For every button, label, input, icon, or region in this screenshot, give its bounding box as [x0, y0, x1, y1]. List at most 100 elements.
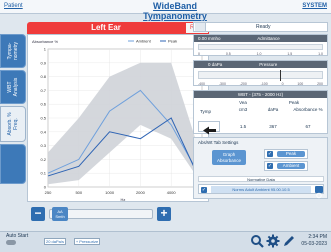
clock-date: 05-03-2023	[301, 241, 327, 247]
clock: 2:34 PM 05-03-2023	[295, 234, 327, 248]
tab-empty[interactable]	[0, 144, 26, 184]
admittance-value: 0.00 mmho	[198, 36, 221, 41]
gear-icon[interactable]	[315, 186, 323, 199]
system-link[interactable]: SYSTEM	[302, 3, 327, 9]
rate-button[interactable]: 20 daPa/s	[44, 238, 66, 245]
x-tick-label-3: 2000	[136, 190, 146, 195]
y-tick-label-8: 0.2	[40, 157, 46, 162]
admittance-tick-2: 1.0	[256, 52, 262, 56]
wbt-sub-absorbance: Absorbance %	[293, 107, 323, 112]
y-tick-label-2: 0.8	[40, 74, 46, 79]
tab-absorbance-label: Absorb. % Freq.	[7, 112, 19, 136]
chart-legend: Ambient Peak	[128, 39, 177, 44]
pressurize-button[interactable]: + Pressurize	[74, 238, 100, 245]
wbt-value-dapa: 367	[269, 124, 277, 129]
y-tick-label-0: 1	[44, 47, 47, 52]
zoom-in-button[interactable]: +	[157, 207, 171, 221]
x-tick-label-2: 1000	[105, 190, 115, 195]
pressure-tick-4: 0	[281, 82, 284, 86]
tab-wbt-analysis-label: WBT Analysis	[7, 77, 19, 97]
y-tick-label-5: 0.5	[40, 116, 46, 121]
pressure-panel: 0 daPa Pressure -400 -300 -200 -100 0 100 200	[193, 60, 328, 86]
wbt-row-label: Tymp	[200, 109, 212, 114]
pressure-tick-0: -400	[198, 82, 206, 86]
y-tick-label-6: 0.4	[40, 129, 46, 134]
graph-absorbance-button[interactable]: Graph Absorbance	[212, 150, 246, 165]
pressure-ticks: -400 -300 -200 -100 0 100 200	[194, 82, 327, 86]
x-tick-label-4: 4000	[167, 190, 177, 195]
gear-icon[interactable]	[266, 234, 280, 248]
pressure-marker	[280, 70, 282, 81]
admittance-tick-0: 0	[198, 52, 200, 56]
wbt-back-button[interactable]	[198, 121, 220, 135]
y-tick-label-7: 0.3	[40, 143, 46, 148]
legend-label-1: Peak	[168, 39, 177, 44]
y-tick-label-3: 0.7	[40, 88, 46, 93]
wbt-col-peak: Peak	[288, 100, 300, 105]
check-icon[interactable]: ✓	[201, 187, 207, 193]
status-toggle[interactable]	[195, 23, 206, 31]
wbt-panel: WBT - (375 - 2000 Hz) Tymp Vea Peak cm3 …	[193, 90, 328, 135]
pencil-icon[interactable]	[282, 234, 296, 248]
pressure-tick-3: -100	[260, 82, 268, 86]
y-tick-label-9: 0.1	[40, 171, 46, 176]
normative-select[interactable]: ✓ Norms Adult Ambient 95.00.10.5	[198, 184, 324, 199]
tab-wbt-analysis[interactable]: WBT Analysis	[0, 70, 26, 104]
tab-absorbance[interactable]: Absorb. % Freq.	[0, 106, 26, 142]
admittance-header: 0.00 mmho Admittance	[194, 35, 327, 42]
admittance-title: Admittance	[257, 36, 280, 41]
x-axis-label: Hz	[121, 197, 126, 202]
ambient-label: Ambient	[277, 163, 305, 169]
pressure-tick-1: -300	[218, 82, 226, 86]
admittance-ticks: 0 0.5 1.0 1.5 1.0	[194, 52, 327, 56]
pressure-header: 0 daPa Pressure	[194, 61, 327, 68]
admittance-panel: 0.00 mmho Admittance 0 0.5 1.0 1.5 1.0	[193, 34, 328, 56]
ambient-checkbox-row[interactable]: ✓ Ambient	[264, 161, 308, 171]
admittance-bar	[198, 44, 323, 50]
admittance-tick-1: 0.5	[225, 52, 231, 56]
status-text: Ready	[256, 24, 271, 30]
settings-panel: Abs/Wt Tab Settings Graph Absorbance ✓ P…	[193, 137, 328, 199]
normative-label: Normative Data	[198, 176, 324, 182]
pressure-tick-5: 100	[297, 82, 304, 86]
wbt-col-vea: Vea	[239, 100, 247, 105]
pressure-value: 0 daPa	[208, 62, 223, 67]
pressure-bar	[198, 70, 323, 81]
pressure-tick-6: 200	[317, 82, 323, 86]
zoom-out-button[interactable]: −	[31, 207, 45, 221]
normative-band	[48, 62, 202, 185]
chart-svg: Absorbance % Ambient Peak 1 0.9 0.8 0.7 0.6 0.…	[32, 39, 207, 203]
x-tick-label-1: 500	[75, 190, 82, 195]
y-tick-label-1: 0.9	[40, 60, 46, 65]
legend-label-0: Ambient	[136, 39, 152, 44]
peak-checkbox-row[interactable]: ✓ Peak	[264, 149, 308, 159]
admittance-tick-3: 1.5	[287, 52, 293, 56]
tab-tympanometry-label: Tympa- nometry	[7, 41, 19, 61]
settings-title: Abs/Wt Tab Settings	[198, 140, 239, 145]
tab-tympanometry[interactable]: Tympa- nometry	[0, 34, 26, 68]
app-title: WideBand Tympanometry	[143, 1, 207, 21]
admittance-tick-4: 1.0	[318, 52, 323, 56]
auto-start-toggle[interactable]	[6, 240, 16, 245]
absorbance-chart: Absorbance % Ambient Peak 1 0.9 0.8 0.7 0.6 0.…	[27, 34, 209, 202]
y-tick-label-4: 0.6	[40, 102, 46, 107]
y-tick-label-10: 0	[44, 185, 47, 190]
wbt-sub-cm3: cm3	[238, 107, 248, 112]
wbt-sub-dapa: daPa	[267, 107, 279, 112]
x-tick-label-0: 250	[45, 190, 52, 195]
y-axis-label: Absorbance %	[32, 39, 58, 44]
search-icon[interactable]	[250, 234, 264, 248]
pressure-title: Pressure	[259, 62, 278, 67]
patient-link[interactable]: Patient	[4, 3, 23, 9]
peak-label: Peak	[277, 151, 305, 157]
ear-label: Left Ear	[27, 22, 185, 34]
check-icon[interactable]: ✓	[267, 163, 273, 169]
wbt-value-vea: 1.5	[239, 124, 247, 129]
arrow-left-icon	[203, 126, 216, 135]
auto-start-label: Auto Start	[6, 233, 29, 239]
zoom-slider-thumb[interactable]: AA Smth	[52, 207, 68, 221]
check-icon[interactable]: ✓	[267, 151, 273, 157]
clock-time: 2:34 PM	[308, 234, 327, 240]
wbt-value-absorbance: 67	[305, 124, 311, 129]
wbt-title: WBT - (375 - 2000 Hz)	[194, 91, 327, 98]
